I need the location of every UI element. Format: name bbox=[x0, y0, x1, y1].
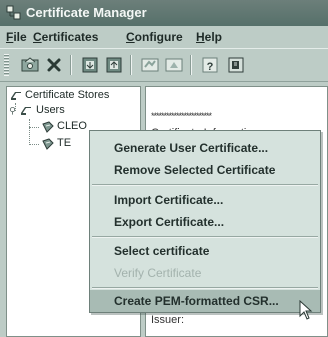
toolbar-separator bbox=[190, 55, 192, 75]
tree-node-certificate-stores[interactable]: Certificate Stores bbox=[9, 89, 139, 103]
certificate-manager-window: Certificate Manager File Certificates Co… bbox=[0, 0, 328, 337]
tree-connector bbox=[29, 119, 30, 145]
tree-node-users[interactable]: Users bbox=[9, 104, 89, 118]
menu-item-import-certificate[interactable]: Import Certificate... bbox=[90, 189, 320, 211]
key-icon[interactable] bbox=[164, 55, 184, 75]
document-icon[interactable] bbox=[226, 55, 246, 75]
menu-separator bbox=[92, 184, 318, 186]
toolbar: ? bbox=[0, 48, 328, 82]
certificate-icon bbox=[42, 138, 54, 150]
help-icon[interactable]: ? bbox=[200, 55, 220, 75]
context-menu: Generate User Certificate... Remove Sele… bbox=[89, 130, 321, 313]
toolbar-separator bbox=[130, 55, 132, 75]
tree-connector bbox=[29, 144, 39, 145]
menu-separator bbox=[92, 236, 318, 238]
toolbar-grip[interactable] bbox=[4, 54, 9, 76]
menu-item-export-certificate[interactable]: Export Certificate... bbox=[90, 211, 320, 233]
menu-help[interactable]: Help bbox=[196, 26, 222, 48]
import-icon[interactable] bbox=[80, 55, 100, 75]
window-title: Certificate Manager bbox=[26, 5, 147, 20]
menu-bar: File Certificates Configure Help bbox=[0, 26, 328, 48]
delete-icon[interactable] bbox=[44, 55, 64, 75]
expand-toggle-icon bbox=[10, 107, 16, 115]
toolbar-separator bbox=[70, 55, 72, 75]
mouse-pointer-icon bbox=[299, 300, 313, 320]
issuer-label: Issuer: bbox=[151, 314, 185, 326]
open-icon[interactable] bbox=[20, 55, 40, 75]
menu-item-generate-user-certificate[interactable]: Generate User Certificate... bbox=[90, 137, 320, 159]
detail-separator-stars: ************************ bbox=[151, 111, 212, 121]
svg-text:?: ? bbox=[207, 61, 214, 73]
tree-connector bbox=[29, 127, 39, 128]
menu-item-verify-certificate: Verify Certificate bbox=[114, 266, 202, 280]
menu-separator bbox=[92, 287, 318, 289]
menu-item-create-pem-csr[interactable]: Create PEM-formatted CSR... bbox=[90, 290, 320, 312]
menu-item-remove-selected-certificate[interactable]: Remove Selected Certificate bbox=[90, 159, 320, 181]
menu-certificates[interactable]: Certificates bbox=[33, 26, 98, 48]
menu-file[interactable]: File bbox=[6, 26, 27, 48]
certificate-icon bbox=[42, 121, 54, 133]
export-icon[interactable] bbox=[104, 55, 124, 75]
certificate-icon[interactable] bbox=[140, 55, 160, 75]
title-bar[interactable]: Certificate Manager bbox=[0, 0, 328, 26]
menu-configure[interactable]: Configure bbox=[126, 26, 183, 48]
menu-item-select-certificate[interactable]: Select certificate bbox=[90, 240, 320, 262]
app-icon bbox=[6, 5, 21, 20]
folder-icon bbox=[11, 92, 21, 100]
folder-icon bbox=[21, 107, 31, 115]
